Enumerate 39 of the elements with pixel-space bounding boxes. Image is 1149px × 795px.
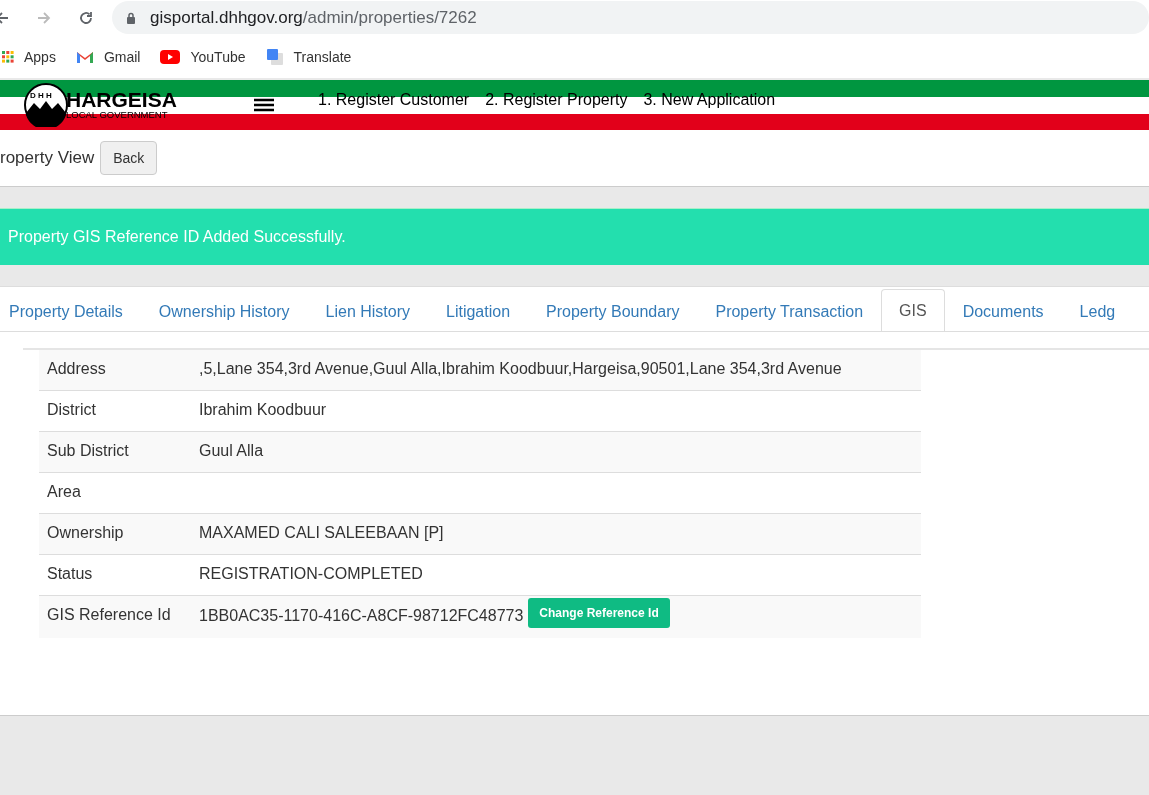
field-label: Sub District xyxy=(39,431,191,473)
bookmark[interactable]: Translate xyxy=(265,47,352,66)
bookmark[interactable]: Gmail xyxy=(75,48,141,65)
back-button[interactable]: Back xyxy=(100,141,158,175)
tab[interactable]: Property Boundary xyxy=(528,290,698,331)
page-title: roperty View xyxy=(0,148,95,168)
field-value: MAXAMED CALI SALEEBAAN [P] xyxy=(199,524,444,541)
tab[interactable]: Property Details xyxy=(0,290,141,331)
field-label: District xyxy=(39,390,191,432)
lock-icon xyxy=(126,11,136,24)
success-alert: Property GIS Reference ID Added Successfully. xyxy=(0,208,1149,265)
address-bar[interactable]: gisportal.dhhgov.org/admin/properties/7262 xyxy=(112,1,1149,34)
tab[interactable]: Litigation xyxy=(428,290,529,331)
menu-icon[interactable] xyxy=(254,98,274,112)
tab[interactable]: Property Transaction xyxy=(697,290,882,331)
tab[interactable]: GIS xyxy=(881,289,945,331)
field-value: ,5,Lane 354,3rd Avenue,Guul Alla,Ibrahim Koodbuur,Hargeisa,90501,Lane 354,3rd Avenue xyxy=(199,360,842,377)
logo-letters: D H H xyxy=(30,91,52,100)
translate-icon xyxy=(265,47,284,66)
field-value: Guul Alla xyxy=(199,442,264,459)
grid-icon xyxy=(2,49,14,64)
bookmark[interactable]: YouTube xyxy=(160,48,246,65)
field-label: GIS Reference Id xyxy=(39,595,191,638)
reload-icon[interactable] xyxy=(78,9,94,26)
field-label: Address xyxy=(39,350,191,391)
bookmark[interactable]: Apps xyxy=(2,48,56,65)
logo-emblem-icon xyxy=(24,83,68,127)
tab[interactable]: Ledg xyxy=(1061,290,1134,331)
field-value: Ibrahim Koodbuur xyxy=(199,401,327,418)
play-icon xyxy=(160,49,181,64)
field-value: REGISTRATION-COMPLETED xyxy=(199,565,423,582)
field-label: Status xyxy=(39,554,191,596)
field-label: Area xyxy=(39,472,191,514)
tab[interactable]: Ownership History xyxy=(140,290,308,331)
field-label: Ownership xyxy=(39,513,191,555)
field-value: 1BB0AC35-1170-416C-A8CF-98712FC48773 xyxy=(199,607,524,625)
tab[interactable]: Lien History xyxy=(307,290,428,331)
tab[interactable]: Documents xyxy=(944,290,1062,331)
mail-icon xyxy=(75,49,94,64)
